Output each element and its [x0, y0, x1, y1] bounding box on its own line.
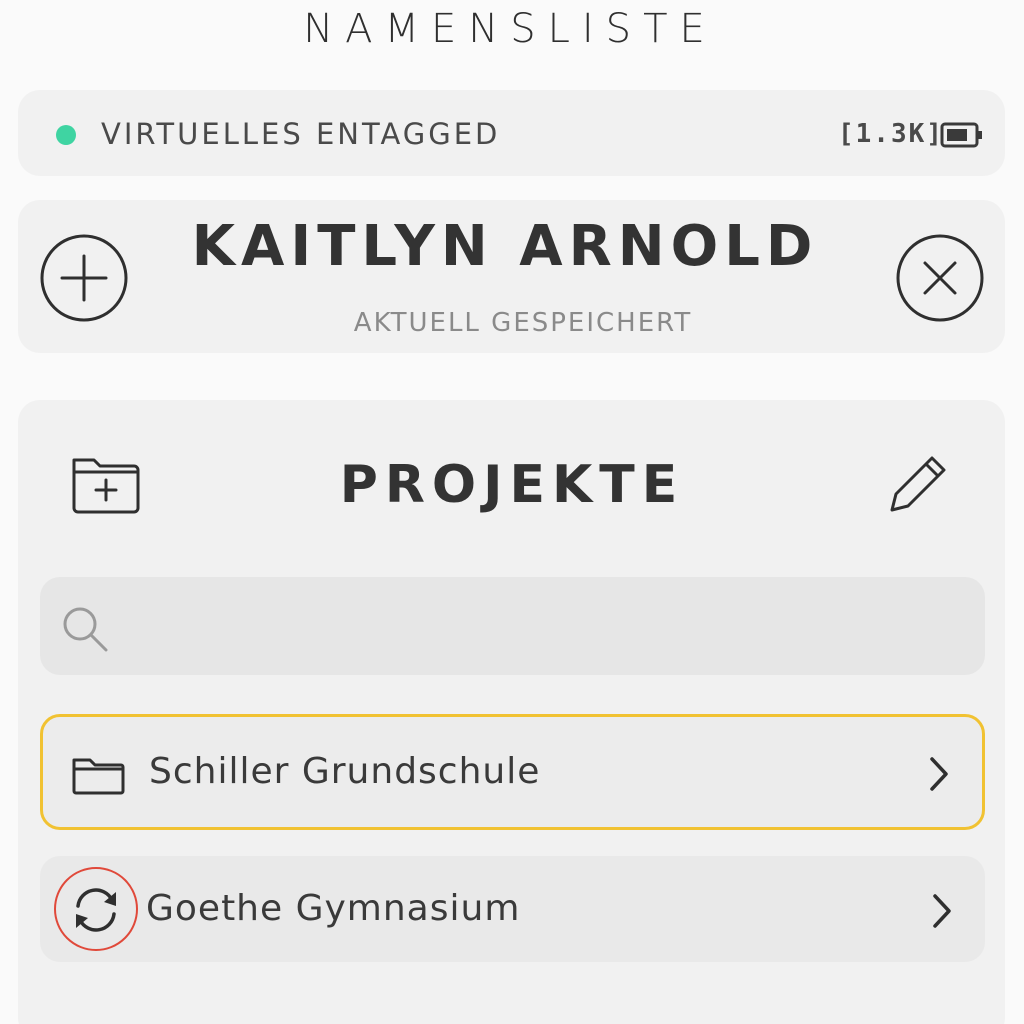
project-label: Goethe Gymnasium: [146, 888, 521, 929]
status-label: VIRTUELLES ENTAGGED: [101, 117, 501, 151]
search-icon: [60, 604, 110, 658]
save-status: AKTUELL GESPEICHERT: [353, 308, 693, 338]
close-circle-icon: [896, 234, 984, 322]
project-label: Schiller Grundschule: [149, 751, 541, 792]
projects-title: PROJEKTE: [339, 455, 685, 515]
storage-size: [1.3K]: [838, 119, 944, 149]
status-bar: VIRTUELLES ENTAGGED [1.3K]: [18, 90, 1005, 176]
edit-button[interactable]: [886, 450, 952, 516]
app-title: NAMENSLISTE: [303, 6, 717, 52]
project-row-goethe-gymnasium[interactable]: Goethe Gymnasium: [40, 856, 985, 962]
project-row-schiller-grundschule[interactable]: Schiller Grundschule: [40, 714, 985, 830]
user-name: KAITLYN ARNOLD: [191, 214, 819, 279]
search-input[interactable]: [120, 590, 964, 664]
new-folder-button[interactable]: [70, 450, 142, 516]
status-dot: [56, 125, 76, 145]
battery-icon: [940, 121, 984, 153]
sync-icon: [70, 884, 122, 940]
app-screen: NAMENSLISTE VIRTUELLES ENTAGGED [1.3K] K…: [0, 0, 1024, 1024]
folder-icon: [71, 755, 125, 799]
close-button[interactable]: [896, 234, 984, 322]
chevron-right-icon: [929, 892, 955, 934]
pencil-icon: [890, 456, 946, 512]
folder-plus-icon: [72, 458, 140, 514]
chevron-right-icon: [926, 755, 952, 797]
